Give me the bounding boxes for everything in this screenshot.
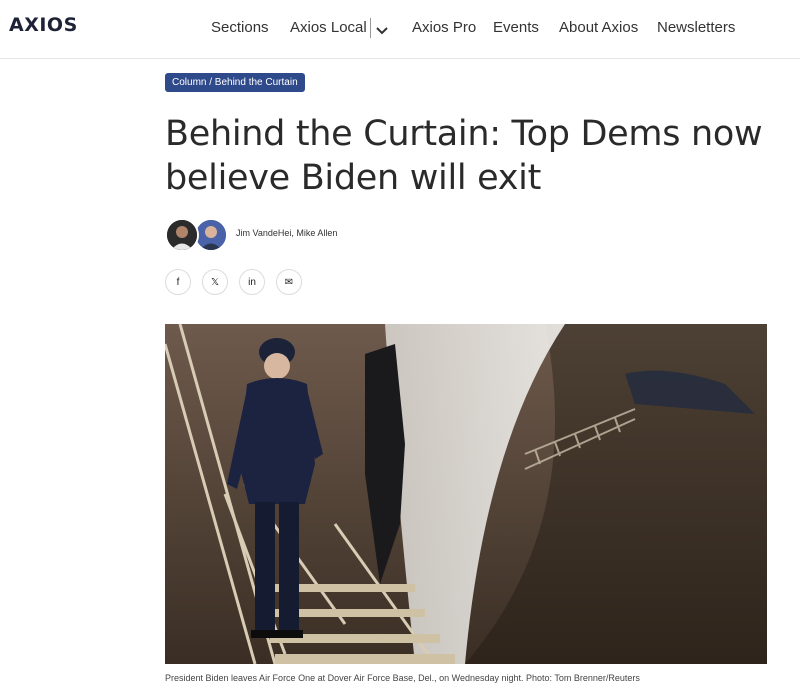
photo-caption: President Biden leaves Air Force One at … (165, 673, 640, 683)
author-avatar-1[interactable] (165, 218, 199, 252)
nav-newsletters[interactable]: Newsletters (657, 19, 735, 36)
site-header: AXIOS Sections Axios Local Axios Pro Eve… (0, 0, 800, 59)
nav-about-axios[interactable]: About Axios (559, 19, 638, 36)
nav-sections[interactable]: Sections (211, 19, 269, 36)
author-avatar-2[interactable] (194, 218, 228, 252)
facebook-share-button[interactable]: f (165, 269, 191, 295)
axios-logo[interactable]: AXIOS (9, 14, 78, 36)
email-icon: ✉ (284, 276, 294, 288)
nav-axios-pro[interactable]: Axios Pro (412, 19, 476, 36)
nav-divider (370, 18, 371, 38)
author-names[interactable]: Jim VandeHei, Mike Allen (236, 228, 337, 238)
article-headline: Behind the Curtain: Top Dems now believe… (165, 114, 763, 198)
email-share-button[interactable]: ✉ (276, 269, 302, 295)
nav-axios-local[interactable]: Axios Local (290, 19, 367, 36)
nav-events[interactable]: Events (493, 19, 539, 36)
chevron-down-icon[interactable] (375, 23, 389, 37)
linkedin-share-button[interactable]: in (239, 269, 265, 295)
column-tag[interactable]: Column / Behind the Curtain (165, 73, 305, 92)
linkedin-icon: in (248, 276, 256, 288)
article-photo (165, 324, 767, 664)
facebook-icon: f (176, 276, 180, 288)
x-share-button[interactable]: 𝕏 (202, 269, 228, 295)
x-icon: 𝕏 (210, 276, 220, 288)
